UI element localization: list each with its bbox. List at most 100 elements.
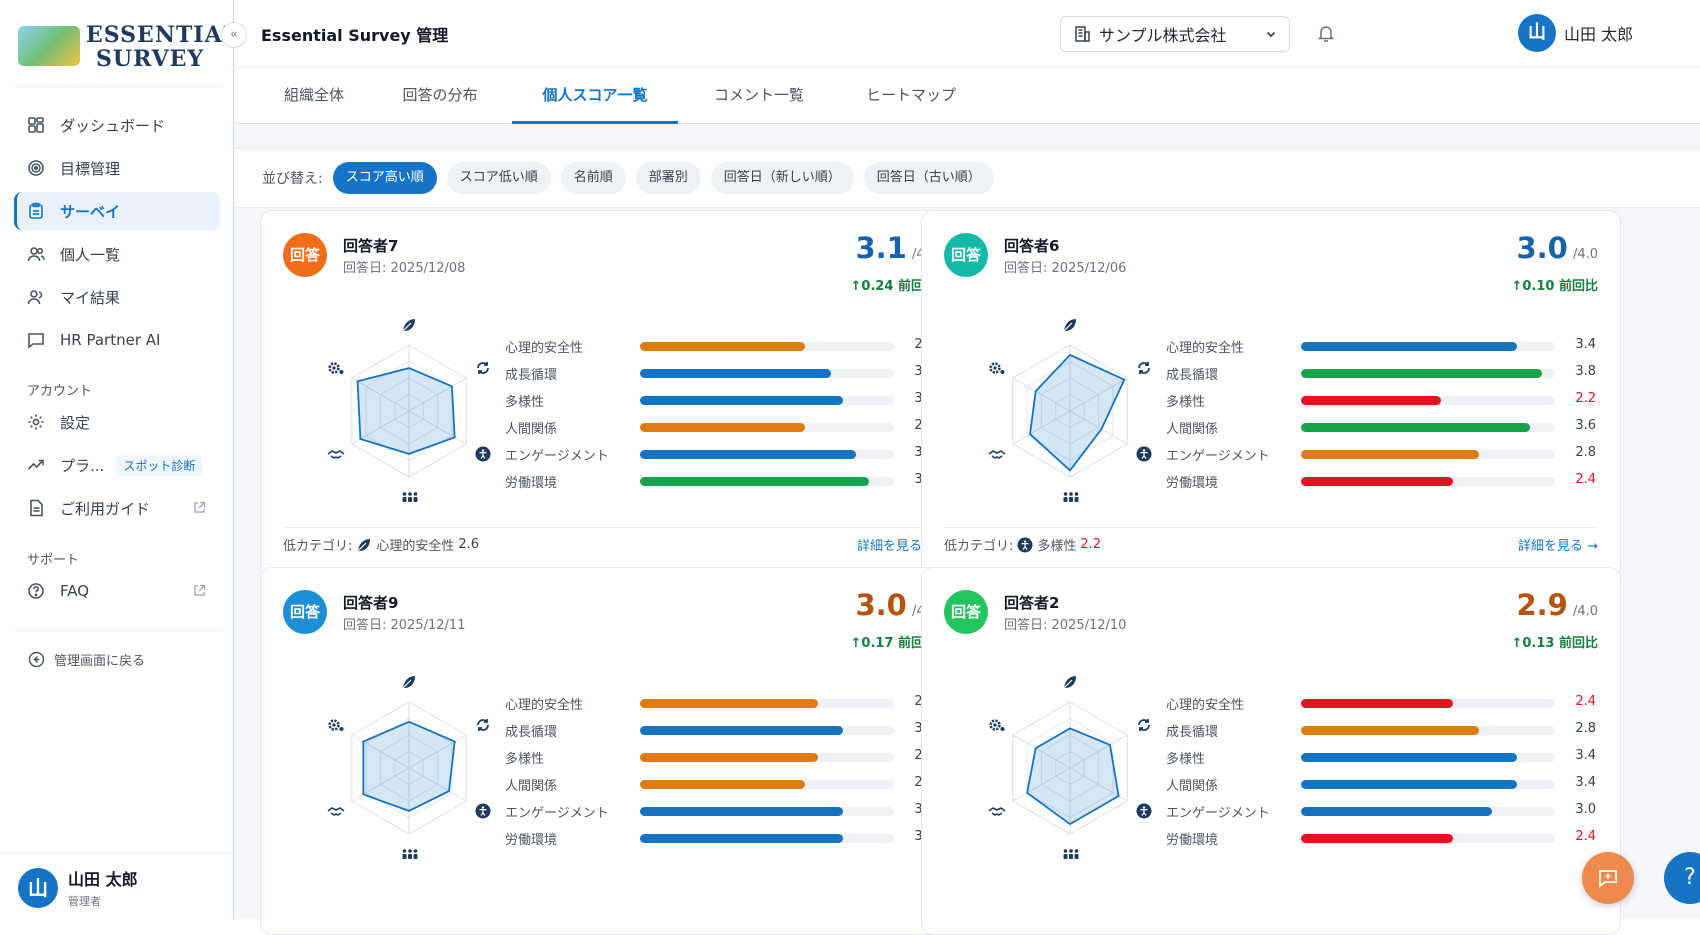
respondent-avatar: 回答 — [283, 590, 327, 634]
category-label: 多様性 — [505, 752, 545, 767]
sidebar-item-individuals[interactable]: 個人一覧 — [14, 235, 220, 273]
score-bar-fill — [640, 780, 806, 789]
gears-icon — [988, 717, 1006, 737]
score-max: /4.0 — [1572, 604, 1598, 619]
sidebar-item-hr-partner-ai[interactable]: HR Partner AI — [14, 321, 220, 359]
accessibility-icon — [1136, 803, 1152, 823]
category-label: エンゲージメント — [505, 806, 609, 821]
sort-option-date-old[interactable]: 回答日（古い順） — [863, 162, 994, 194]
sidebar-item-settings[interactable]: 設定 — [14, 403, 220, 441]
response-date: 回答日: 2025/12/06 — [1004, 261, 1127, 276]
score-bar-track — [640, 780, 894, 789]
category-label: 多様性 — [1166, 752, 1206, 767]
cycle-icon — [475, 717, 491, 737]
header-user-menu[interactable]: 山 山田 太郎 — [1518, 14, 1633, 52]
score-bar-track — [1301, 753, 1555, 762]
sort-option-department[interactable]: 部署別 — [635, 162, 701, 194]
category-score-row: 労働環境 2.4 — [1166, 468, 1596, 495]
category-score-row: 心理的安全性 2.4 — [1166, 690, 1596, 717]
sidebar-item-faq[interactable]: FAQ — [14, 572, 220, 610]
category-score-row: 人間関係 3.4 — [1166, 771, 1596, 798]
respondent-name: 回答者7 — [343, 237, 399, 255]
spot-diagnosis-badge[interactable]: スポット診断 — [116, 454, 203, 476]
respondent-card[interactable]: 回答回答者9回答日: 2025/12/113.0 /4.0↑0.17 前回比心理… — [260, 567, 960, 935]
radar-chart — [299, 319, 519, 502]
category-score-row: 多様性 2.2 — [1166, 387, 1596, 414]
respondent-card[interactable]: 回答 回答者2 回答日: 2025/12/10 2.9 /4.0 ↑0.13 前回比 心理… — [921, 567, 1621, 935]
sort-option-date-new[interactable]: 回答日（新しい順） — [710, 162, 854, 194]
cycle-icon — [1136, 360, 1152, 380]
score-bar-fill — [640, 699, 818, 708]
tab-distribution[interactable]: 回答の分布 — [382, 68, 498, 124]
sidebar-user[interactable]: 山 山田 太郎 管理者 — [18, 866, 138, 909]
section-label-account: アカウント — [27, 384, 93, 399]
handshake-icon — [327, 803, 345, 822]
category-score: 3.4 — [1575, 775, 1596, 790]
handshake-icon — [988, 446, 1006, 465]
bell-icon[interactable] — [1317, 24, 1335, 46]
tab-heatmap[interactable]: ヒートマップ — [844, 68, 978, 124]
view-details-link[interactable]: 詳細を見る → — [1518, 535, 1598, 554]
user-role: 管理者 — [68, 895, 101, 908]
category-score-row: エンゲージメント 3.0 — [1166, 798, 1596, 825]
people-icon — [1062, 489, 1080, 508]
category-score-row: 人間関係2.6 — [505, 414, 935, 441]
company-select[interactable]: サンプル株式会社 — [1060, 16, 1290, 52]
respondent-name: 回答者2 — [1004, 594, 1060, 612]
sidebar-item-label: プラ... — [60, 456, 105, 475]
respondent-card[interactable]: 回答 回答者6 回答日: 2025/12/06 3.0 /4.0 ↑0.10 前回比 心理… — [921, 210, 1621, 578]
score-bar-fill — [1301, 396, 1441, 405]
sidebar-item-goals[interactable]: 目標管理 — [14, 149, 220, 187]
brand-logo[interactable]: ESSENTIAL SURVEY — [18, 18, 238, 74]
trend-icon — [26, 455, 46, 475]
score-bar-track — [640, 342, 894, 351]
collapse-sidebar-button[interactable]: « — [221, 22, 247, 48]
sidebar-item-dashboard[interactable]: ダッシュボード — [14, 106, 220, 144]
company-name: サンプル株式会社 — [1099, 26, 1227, 45]
low-category-name: 心理的安全性 — [376, 539, 455, 554]
card-divider — [944, 527, 1598, 528]
document-icon — [26, 498, 46, 518]
score-bar-fill — [640, 477, 869, 486]
score-bar-fill — [1301, 342, 1517, 351]
sidebar-item-guide[interactable]: ご利用ガイド — [14, 489, 220, 527]
sidebar-item-label: FAQ — [60, 582, 90, 600]
dashboard-icon — [26, 115, 46, 135]
category-score-list: 心理的安全性2.6成長循環3.0多様性3.2人間関係2.6エンゲージメント3.4… — [505, 333, 935, 495]
sidebar-item-plan[interactable]: プラ... スポット診断 — [14, 446, 220, 484]
sort-option-score-high[interactable]: スコア高い順 — [332, 162, 437, 194]
add-comment-button[interactable] — [1582, 852, 1634, 904]
category-score-row: エンゲージメント 2.8 — [1166, 441, 1596, 468]
tab-comments[interactable]: コメント一覧 — [692, 68, 826, 124]
score-bar-track — [1301, 423, 1555, 432]
score-bar-track — [1301, 477, 1555, 486]
sidebar-item-label: サーベイ — [60, 202, 121, 221]
sidebar-item-survey[interactable]: サーベイ — [14, 192, 220, 230]
sort-option-score-low[interactable]: スコア低い順 — [446, 162, 551, 194]
score-max: /4.0 — [1572, 247, 1598, 262]
response-date: 回答日: 2025/12/11 — [343, 618, 466, 633]
category-label: 労働環境 — [505, 476, 558, 491]
score-bar-fill — [640, 396, 844, 405]
clipboard-icon — [26, 201, 46, 221]
accessibility-icon — [1136, 446, 1152, 466]
category-label: 労働環境 — [505, 833, 558, 848]
category-score: 3.4 — [1575, 337, 1596, 352]
score-bar-track — [1301, 699, 1555, 708]
accessibility-icon — [1017, 537, 1033, 553]
back-to-admin-link[interactable]: 管理画面に戻る — [28, 650, 145, 669]
respondent-name: 回答者9 — [343, 594, 399, 612]
tab-individual-scores[interactable]: 個人スコア一覧 — [512, 68, 678, 124]
tab-bar: 組織全体 回答の分布 個人スコア一覧 コメント一覧 ヒートマップ — [234, 68, 1700, 124]
respondent-card[interactable]: 回答回答者7回答日: 2025/12/083.1 /4.0↑0.24 前回比心理… — [260, 210, 960, 578]
sort-option-name[interactable]: 名前順 — [560, 162, 626, 194]
tab-organization[interactable]: 組織全体 — [256, 68, 372, 124]
category-score: 2.4 — [1575, 829, 1596, 844]
score-bar-track — [640, 726, 894, 735]
category-label: 労働環境 — [1166, 833, 1219, 848]
avatar: 山 — [18, 867, 58, 908]
low-category-value: 2.2 — [1080, 537, 1102, 552]
category-label: エンゲージメント — [505, 449, 609, 464]
sidebar-item-my-results[interactable]: マイ結果 — [14, 278, 220, 316]
category-score-row: 心理的安全性2.6 — [505, 333, 935, 360]
